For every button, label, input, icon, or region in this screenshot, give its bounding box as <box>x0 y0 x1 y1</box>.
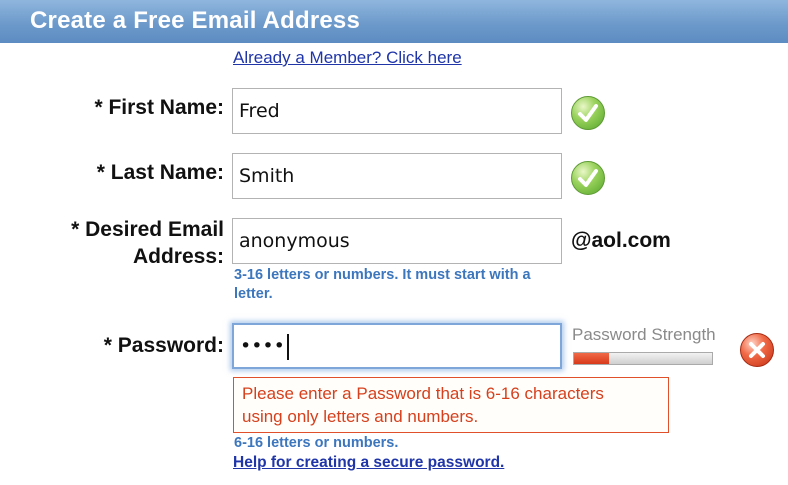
email-label-line1: * Desired Email <box>71 218 224 241</box>
email-label-line2: Address: <box>132 245 224 268</box>
password-error-message: Please enter a Password that is 6-16 cha… <box>233 377 669 433</box>
password-hint: 6-16 letters or numbers. <box>234 435 399 451</box>
email-hint-line2: letter. <box>234 286 273 302</box>
check-icon <box>571 161 605 195</box>
error-x-icon <box>740 333 774 367</box>
last-name-label: * Last Name: <box>96 161 224 184</box>
email-input[interactable]: anonymous <box>232 218 562 264</box>
first-name-input[interactable]: Fred <box>232 88 562 134</box>
password-label: * Password: <box>103 334 224 357</box>
password-input[interactable]: •••• <box>232 323 562 369</box>
email-hint-line1: 3-16 letters or numbers. It must start w… <box>234 267 531 283</box>
password-strength-label: Password Strength <box>572 325 716 344</box>
password-strength-bar <box>573 352 713 365</box>
password-error-line2: using only letters and numbers. <box>242 407 479 426</box>
first-name-label: * First Name: <box>94 96 224 119</box>
already-member-link[interactable]: Already a Member? Click here <box>233 48 462 68</box>
password-strength-fill <box>574 353 609 364</box>
header-bar: Create a Free Email Address <box>0 0 788 43</box>
check-icon <box>571 96 605 130</box>
last-name-input[interactable]: Smith <box>232 153 562 199</box>
password-help-link[interactable]: Help for creating a secure password. <box>233 454 504 472</box>
page-title: Create a Free Email Address <box>30 7 360 34</box>
email-domain: @aol.com <box>571 229 671 252</box>
password-masked-value: •••• <box>240 335 285 357</box>
text-cursor <box>286 333 289 360</box>
password-error-line1: Please enter a Password that is 6-16 cha… <box>242 384 604 403</box>
